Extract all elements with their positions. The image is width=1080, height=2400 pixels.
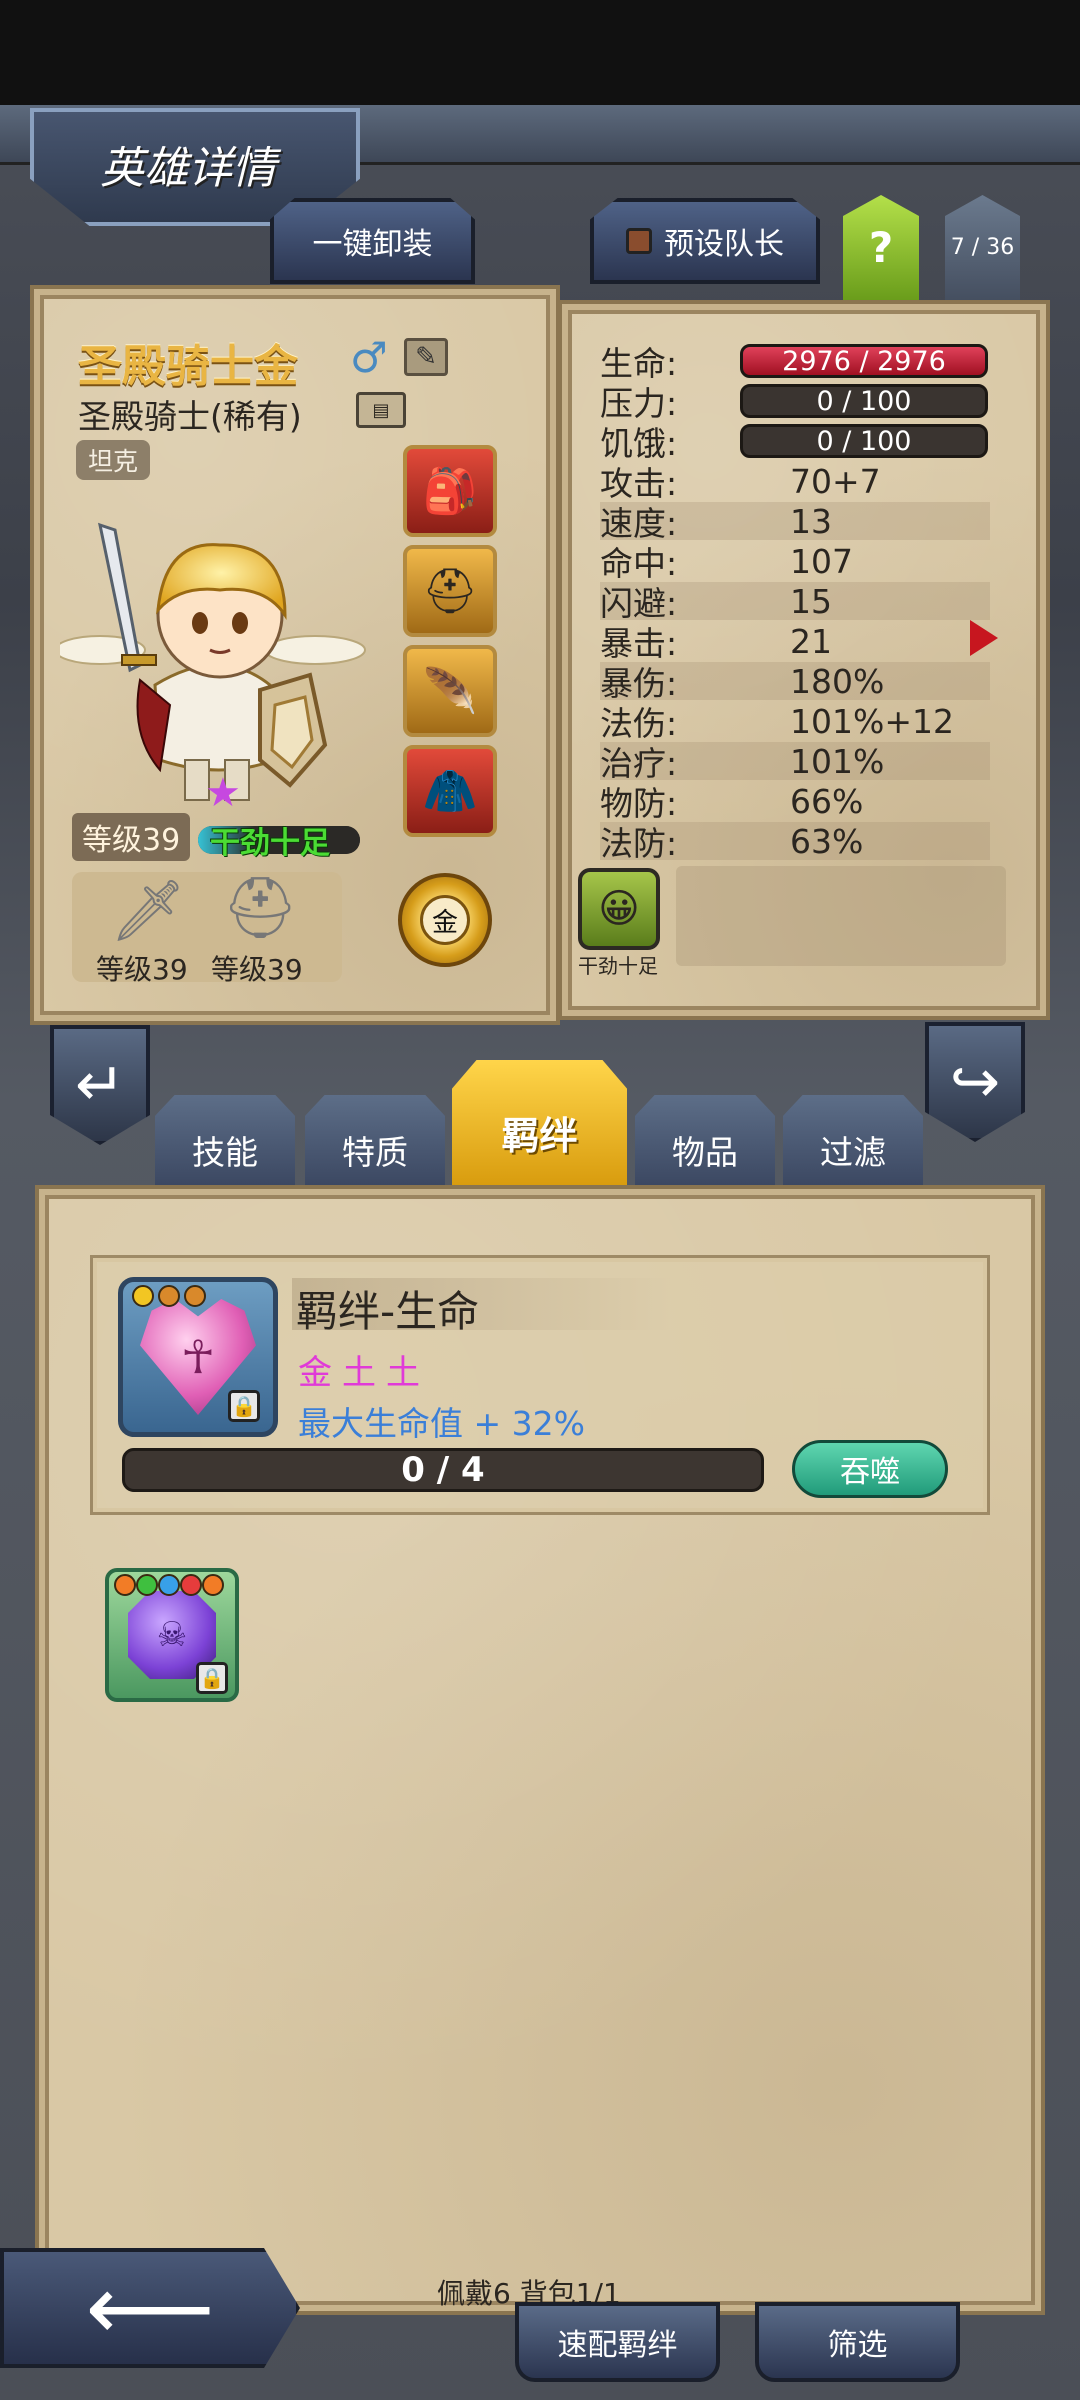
role-badge: 坦克 <box>76 440 151 480</box>
hp-bar: 2976 / 2976 <box>740 344 988 378</box>
element-dot <box>202 1574 224 1596</box>
hunger-bar: 0 / 100 <box>740 424 988 458</box>
armor-equip-icon: 🧥 <box>422 766 478 817</box>
stat-value: 21 <box>790 621 832 661</box>
expand-arrow-icon[interactable] <box>970 620 998 656</box>
stat-row: 暴伤: 180% <box>600 661 990 703</box>
stat-row: 法防: 63% <box>600 821 990 863</box>
mood-label: 干劲十足 <box>210 826 330 861</box>
stat-value: 13 <box>790 501 832 541</box>
preset-captain-checkbox[interactable] <box>626 228 652 254</box>
helmet-gear-icon[interactable]: ⛑ <box>222 872 298 943</box>
backpack-equip-icon: 🎒 <box>422 466 478 517</box>
stat-label: 法防: <box>600 824 678 863</box>
stat-row: 闪避: 15 <box>600 581 990 623</box>
card-icon[interactable]: ▤ <box>356 392 406 428</box>
stat-value: 15 <box>790 581 832 621</box>
trait-strip <box>676 866 1006 966</box>
back-arrow-icon: ⟵ <box>85 2255 215 2361</box>
sword-icon[interactable]: 🗡 <box>110 875 186 946</box>
element-badge[interactable]: 金 <box>398 873 492 967</box>
arrow-right-icon: ↪ <box>949 1047 1001 1117</box>
hero-class: 圣殿骑士(稀有) <box>78 397 302 436</box>
helmet-equip-slot[interactable]: ⛑ <box>403 545 497 637</box>
bond-elements: 金土土 <box>298 1353 430 1393</box>
back-button[interactable]: ⟵ <box>0 2248 300 2368</box>
stat-value: 63% <box>790 821 864 861</box>
preset-captain-toggle[interactable]: 预设队长 <box>590 198 820 284</box>
quick-match-button[interactable]: 速配羁绊 <box>515 2302 720 2382</box>
weapon-level: 等级39 <box>96 953 188 986</box>
stat-row: 法伤: 101%+12 <box>600 701 990 744</box>
stat-value: 101%+12 <box>790 701 954 741</box>
filter-button[interactable]: 筛选 <box>755 2302 960 2382</box>
bond-title: 羁绊-生命 <box>292 1278 672 1336</box>
tab-bonds[interactable]: 羁绊 <box>452 1060 627 1190</box>
hero-name: 圣殿骑士金 <box>78 341 298 392</box>
tab-traits[interactable]: 特质 <box>305 1095 445 1190</box>
stat-row: 攻击: 70+7 <box>600 461 990 504</box>
stat-row: 暴击: 21 <box>600 621 990 664</box>
stress-bar: 0 / 100 <box>740 384 988 418</box>
amulet-equip-icon: 🪶 <box>422 666 478 717</box>
hero-level: 等级39 <box>72 813 191 861</box>
amulet-equip-slot[interactable]: 🪶 <box>403 645 497 737</box>
backpack-equip-slot[interactable]: 🎒 <box>403 445 497 537</box>
help-button[interactable]: ? <box>843 195 919 300</box>
lock-icon: 🔒 <box>196 1662 228 1694</box>
tab-items[interactable]: 物品 <box>635 1095 775 1190</box>
stat-row: 命中: 107 <box>600 541 990 584</box>
bond-effect: 最大生命值 + 32% <box>298 1404 585 1443</box>
lock-icon: 🔒 <box>228 1390 260 1422</box>
helmet-equip-icon: ⛑ <box>422 566 478 617</box>
helmet-level: 等级39 <box>211 953 303 986</box>
stat-value: 180% <box>790 661 885 701</box>
stat-value: 66% <box>790 781 864 821</box>
page-counter: 7 / 36 <box>945 195 1020 300</box>
hero-portrait[interactable] <box>60 505 380 805</box>
element-dot <box>158 1574 180 1596</box>
stat-value: 107 <box>790 541 853 581</box>
element-dot <box>132 1285 154 1307</box>
unequip-all-button[interactable]: 一键卸装 <box>270 198 475 284</box>
arrow-left-icon: ↵ <box>74 1050 126 1120</box>
male-icon: ♂ <box>350 333 388 382</box>
element-dot <box>114 1574 136 1596</box>
trait-mood-icon[interactable]: 😀 <box>578 868 660 950</box>
bond-progress-bar: 0 / 4 <box>122 1448 764 1492</box>
tab-skills[interactable]: 技能 <box>155 1095 295 1190</box>
armor-equip-slot[interactable]: 🧥 <box>403 745 497 837</box>
stat-value: 70+7 <box>790 461 881 501</box>
rarity-star-icon: ★ <box>205 770 241 816</box>
element-dot <box>184 1285 206 1307</box>
stat-row: 治疗: 101% <box>600 741 990 783</box>
trait-label: 干劲十足 <box>578 954 658 978</box>
devour-button[interactable]: 吞噬 <box>792 1440 948 1498</box>
preset-captain-label: 预设队长 <box>664 227 784 262</box>
element-label: 金 <box>420 895 470 945</box>
stat-row: 物防: 66% <box>600 781 990 824</box>
element-dot <box>158 1285 180 1307</box>
page-title: 英雄详情 <box>100 143 276 194</box>
element-dot <box>180 1574 202 1596</box>
edit-name-icon[interactable]: ✎ <box>404 338 448 376</box>
stat-row: 速度: 13 <box>600 501 990 543</box>
stat-value: 101% <box>790 741 885 781</box>
tab-filter[interactable]: 过滤 <box>783 1095 923 1190</box>
element-dot <box>136 1574 158 1596</box>
